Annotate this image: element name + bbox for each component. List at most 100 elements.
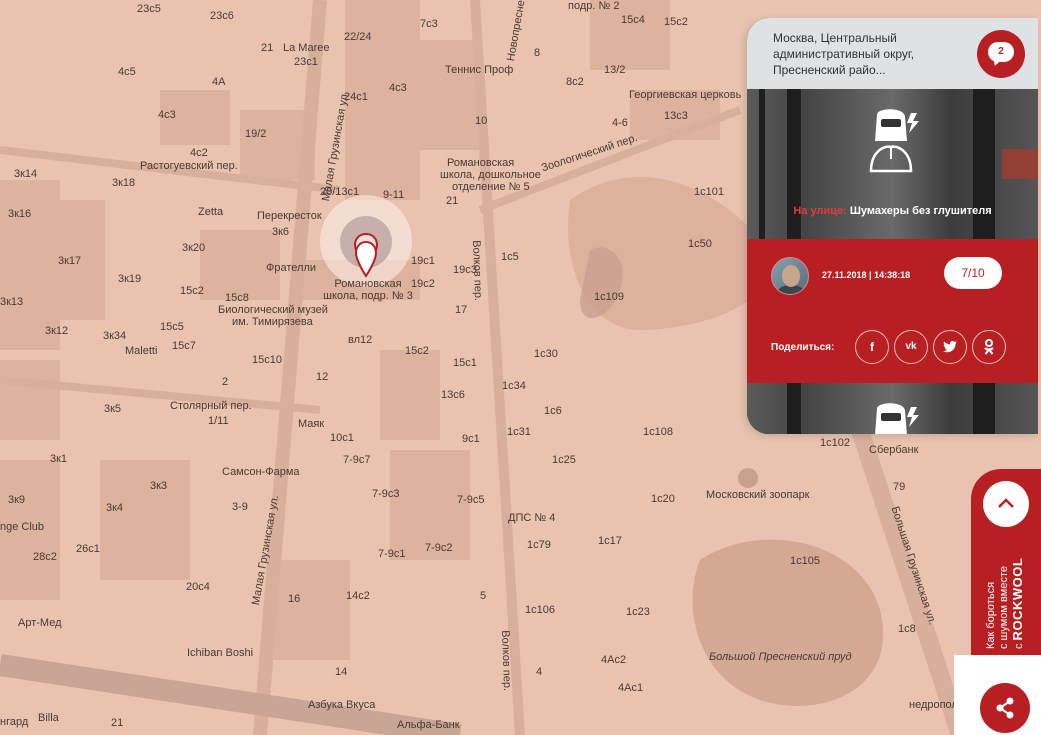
map-label: 21	[111, 717, 124, 729]
map-label: Zetta	[198, 206, 224, 218]
map-label: 3к17	[58, 255, 82, 267]
map-label: Ichiban Boshi	[187, 647, 254, 659]
address-text: Москва, Центральный административный окр…	[773, 31, 915, 77]
panel-header: Москва, Центральный административный окр…	[747, 18, 1038, 89]
map-pin-icon[interactable]	[353, 232, 379, 284]
promo-line3: с ROCKWOOL	[1010, 489, 1026, 649]
map-label: 3к12	[45, 325, 69, 337]
map-label: Растогуевский пер.	[140, 160, 238, 172]
info-panel: Москва, Центральный административный окр…	[747, 18, 1038, 434]
map-label: 15с7	[172, 340, 196, 352]
map-label: 1с50	[688, 238, 712, 250]
map-label: школа, дошкольное	[440, 169, 541, 181]
map-label: 15с10	[252, 354, 282, 366]
map-label: 3к6	[272, 226, 290, 238]
map-label: Billa	[38, 712, 59, 724]
map-label: 9с1	[462, 433, 480, 445]
map-label: Московский зоопарк	[706, 489, 810, 501]
map-label: 7-9с1	[378, 548, 406, 560]
map-label: 4А	[212, 76, 226, 88]
map-label: Maletti	[125, 345, 158, 357]
map-label: недропол	[909, 699, 958, 711]
map-label: 13с3	[664, 110, 688, 122]
map-label: 8	[534, 47, 541, 59]
map-label: 3к14	[14, 168, 38, 180]
map-label: 1с109	[594, 291, 624, 303]
vk-icon: vk	[905, 341, 917, 352]
map-label: 15с1	[453, 357, 477, 369]
map-label: 1с101	[694, 186, 724, 198]
promo-widget[interactable]: Как бороться с шумом вместе с ROCKWOOL	[971, 469, 1041, 669]
map-label: 26с1	[76, 543, 100, 555]
map-label: 7с3	[420, 18, 438, 30]
caption-title: Шумахеры без глушителя	[849, 205, 992, 217]
next-story-photo[interactable]	[747, 383, 1038, 434]
map-label: Маяк	[298, 418, 325, 430]
map-label: 1с102	[820, 437, 850, 449]
map-label: 7-9с3	[372, 488, 400, 500]
map-label: ДПС № 4	[508, 512, 556, 524]
map-label: Большой Пресненский пруд	[709, 651, 852, 663]
map-label: 3к18	[112, 177, 136, 189]
map-label: La Maree	[283, 42, 330, 54]
author-avatar[interactable]	[771, 257, 809, 295]
map-label: Биологический музей	[218, 304, 328, 316]
helmet-icon-2	[875, 403, 919, 434]
map-label: 4Ас1	[618, 682, 644, 694]
map-label: 8с2	[566, 76, 584, 88]
map-label: 17	[455, 304, 468, 316]
vk-share-button[interactable]: vk	[894, 330, 928, 364]
map-label: 1с108	[643, 426, 673, 438]
map-label: 1с30	[534, 348, 558, 360]
comments-button[interactable]: 2	[977, 30, 1025, 78]
map-label: 19с2	[411, 278, 435, 290]
map-label: 1с31	[507, 426, 531, 438]
map-label: 15с8	[225, 292, 249, 304]
map-label: 1с5	[501, 251, 519, 263]
story-photo[interactable]: На улице: Шумахеры без глушителя	[747, 89, 1038, 239]
map-label: 79	[893, 481, 906, 493]
map-label: 14	[335, 666, 348, 678]
map-label: вл12	[348, 334, 373, 346]
map-label: 1с6	[544, 405, 562, 417]
facebook-icon: f	[870, 340, 874, 354]
map-label: 3к1	[50, 453, 68, 465]
map-label: 1с79	[527, 539, 551, 551]
promo-text: Как бороться с шумом вместе с ROCKWOOL	[985, 489, 1026, 649]
twitter-icon	[943, 341, 957, 353]
map-label: Азбука Вкуса	[308, 699, 376, 711]
share-button[interactable]	[980, 683, 1030, 733]
comment-bubble-tail	[991, 57, 1001, 68]
map-label: 7-9с2	[425, 542, 453, 554]
map-label: Перекресток	[257, 210, 322, 222]
map-label: 3к4	[106, 502, 124, 514]
story-counter[interactable]: 7/10	[944, 257, 1002, 289]
map-label: 1с8	[898, 623, 916, 635]
facebook-share-button[interactable]: f	[855, 330, 889, 364]
map-label: 2	[222, 376, 229, 388]
map-label: 4с3	[158, 109, 176, 121]
map-label: 15с5	[160, 321, 184, 333]
brand-logo: ROCKWOOL	[1010, 557, 1025, 641]
map-label: 4с2	[190, 147, 208, 159]
map-label: 4-6	[612, 117, 628, 129]
map-label: отделение № 5	[452, 181, 530, 193]
map-label: Самсон-Фарма	[222, 466, 300, 478]
map-label: 23с5	[137, 3, 161, 15]
map-label: 5	[480, 590, 487, 602]
map-label: 19/2	[245, 128, 267, 140]
map-label: Романовская	[447, 157, 515, 169]
timestamp: 27.11.2018 | 14:38:18	[822, 270, 911, 280]
map-label: 14с2	[346, 590, 370, 602]
map-label: 21	[261, 42, 274, 54]
story-meta: 27.11.2018 | 14:38:18 7/10 Поделиться: f…	[747, 239, 1038, 383]
twitter-share-button[interactable]	[933, 330, 967, 364]
map-label: 23с1	[294, 56, 318, 68]
odnoklassniki-share-button[interactable]	[972, 330, 1006, 364]
map-label: Теннис Проф	[445, 64, 514, 76]
map-label: 3-9	[232, 501, 248, 513]
map-label: 4	[536, 666, 543, 678]
map-label: Фрателли	[266, 262, 317, 274]
map-label: nge Club	[0, 521, 45, 533]
map-label: 4с5	[118, 66, 136, 78]
